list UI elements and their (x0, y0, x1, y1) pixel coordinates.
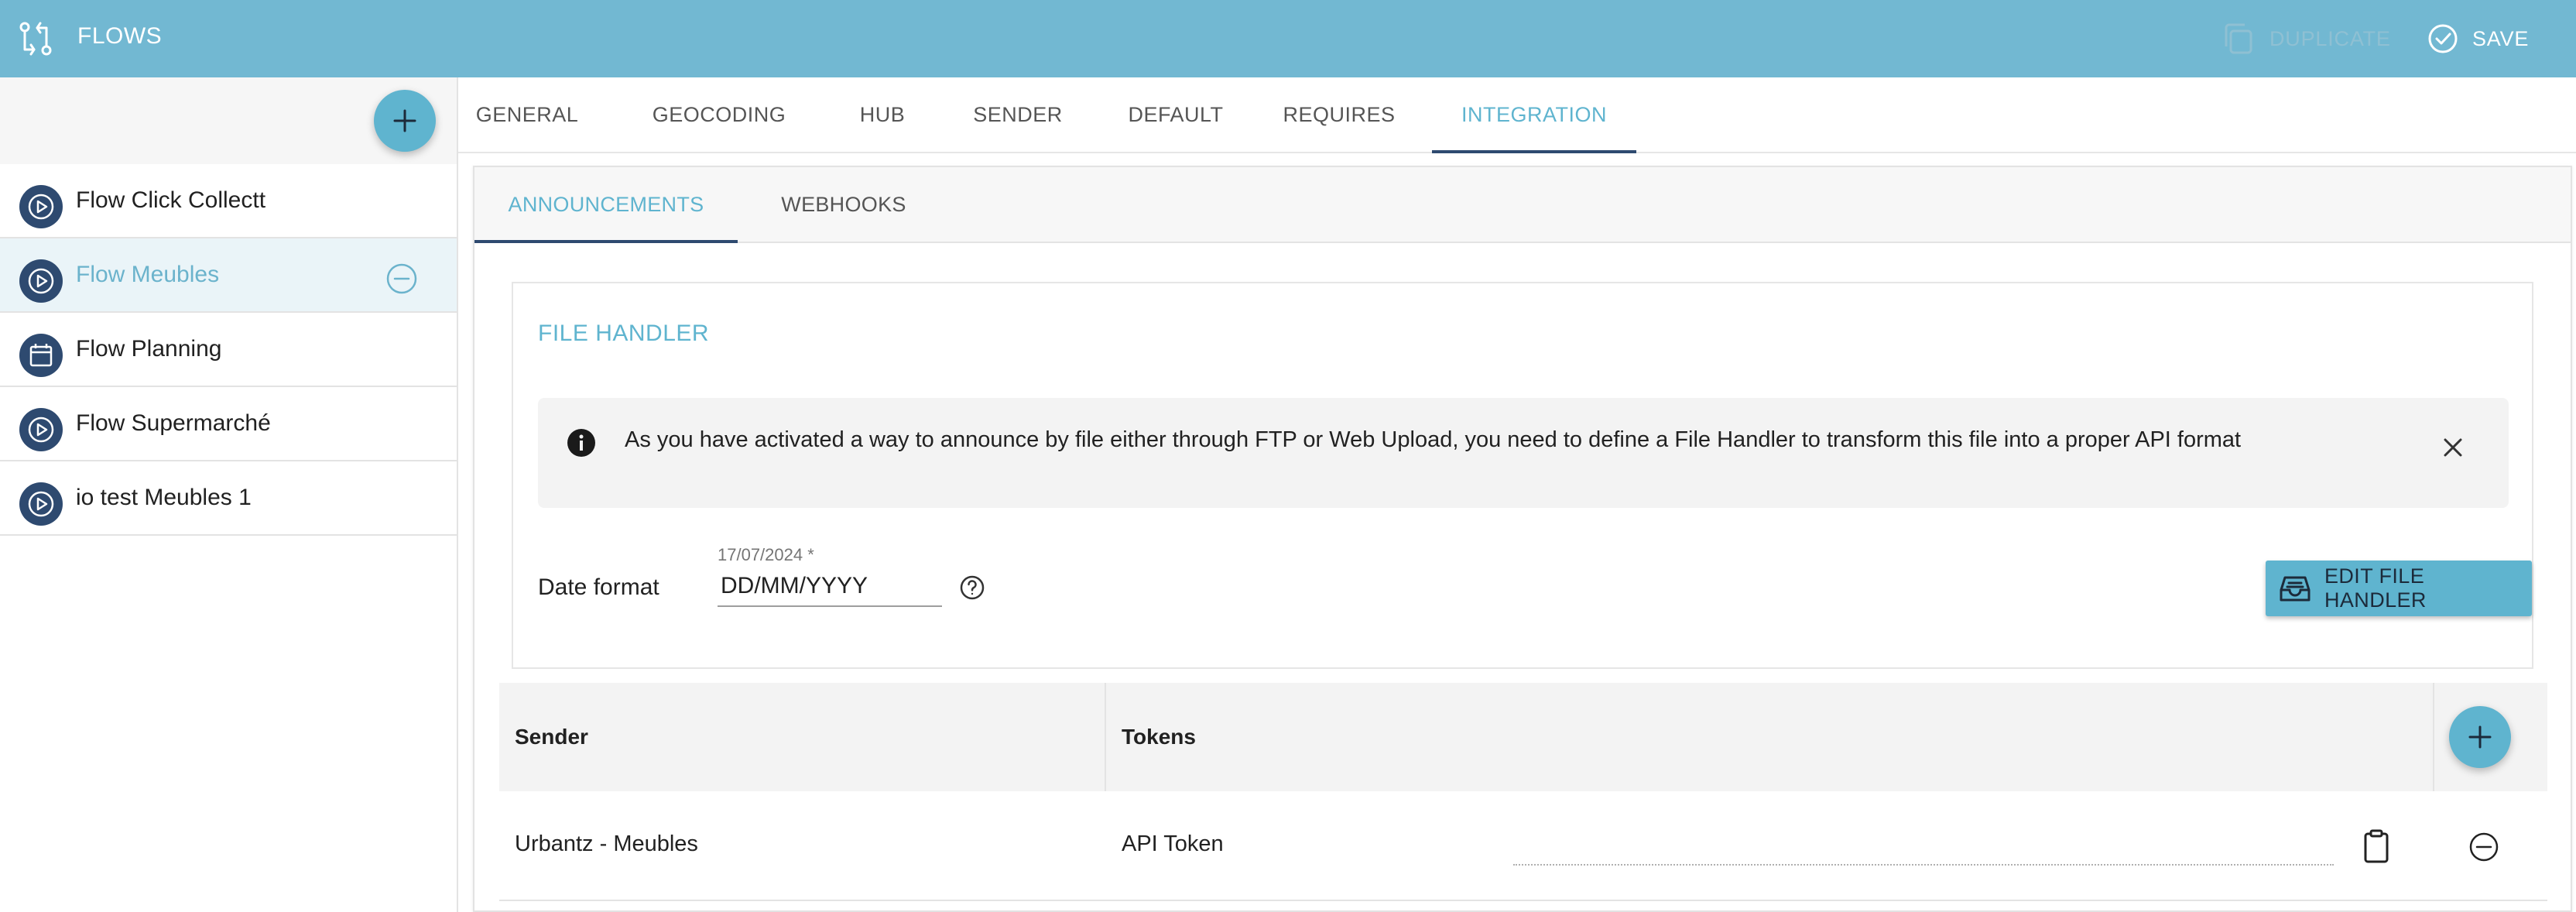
flows-logo-icon (19, 22, 52, 56)
column-divider (1105, 683, 1106, 791)
sidebar-item-flow-planning[interactable]: Flow Planning (0, 313, 457, 387)
date-format-hint: 17/07/2024 * (718, 545, 814, 564)
check-circle-icon (2428, 24, 2458, 53)
sidebar-item-label: io test Meubles 1 (76, 485, 252, 510)
table-header: Sender Tokens (499, 683, 2547, 791)
duplicate-button[interactable]: DUPLICATE (2221, 22, 2391, 56)
play-icon (19, 408, 63, 451)
integration-panel: ANNOUNCEMENTS WEBHOOKS FILE HANDLER As y… (473, 166, 2572, 912)
token-field[interactable] (1513, 864, 2334, 866)
tab-requires[interactable]: REQUIRES (1282, 77, 1396, 153)
info-icon (567, 429, 595, 457)
edit-file-handler-button[interactable]: EDIT FILE HANDLER (2266, 561, 2532, 616)
plus-icon (393, 109, 416, 132)
close-icon[interactable] (2439, 434, 2467, 461)
sidebar-item-flow-supermarche[interactable]: Flow Supermarché (0, 387, 457, 461)
info-alert: As you have activated a way to announce … (538, 398, 2509, 508)
play-icon (19, 259, 63, 303)
play-icon (19, 482, 63, 526)
tab-geocoding[interactable]: GEOCODING (636, 77, 802, 153)
file-handler-card: FILE HANDLER As you have activated a way… (512, 282, 2533, 669)
tab-webhooks[interactable]: WEBHOOKS (755, 167, 933, 243)
sidebar-item-label: Flow Click Collectt (76, 187, 266, 213)
tab-hub[interactable]: HUB (851, 77, 913, 153)
date-format-label: Date format (538, 574, 659, 600)
sidebar-item-io-test-meubles-1[interactable]: io test Meubles 1 (0, 461, 457, 536)
sub-tabs: ANNOUNCEMENTS WEBHOOKS (474, 167, 2571, 243)
token-type-cell: API Token (1122, 831, 1224, 856)
sidebar-item-label: Flow Supermarché (76, 410, 271, 436)
flow-list: Flow Click Collectt Flow Meubles Flow Pl… (0, 164, 457, 536)
add-sender-button[interactable] (2449, 706, 2511, 768)
plus-icon (2468, 725, 2492, 749)
sender-cell: Urbantz - Meubles (515, 831, 698, 856)
tab-default[interactable]: DEFAULT (1124, 77, 1228, 153)
help-icon[interactable] (959, 574, 985, 601)
remove-sender-icon[interactable] (2468, 831, 2499, 862)
column-header-tokens: Tokens (1122, 725, 1196, 749)
tab-announcements[interactable]: ANNOUNCEMENTS (474, 167, 738, 243)
tab-integration[interactable]: INTEGRATION (1432, 77, 1636, 153)
column-divider (2433, 683, 2434, 791)
clipboard-icon[interactable] (2362, 828, 2390, 864)
file-handler-title: FILE HANDLER (538, 321, 710, 346)
copy-icon (2225, 23, 2252, 54)
sidebar-item-label: Flow Planning (76, 336, 222, 362)
sidebar-item-flow-click-collectt[interactable]: Flow Click Collectt (0, 164, 457, 238)
app-bar: FLOWS DUPLICATE SAVE (0, 0, 2576, 77)
inbox-icon (2280, 576, 2311, 602)
table-row: Urbantz - Meubles API Token (499, 791, 2547, 901)
sidebar-item-flow-meubles[interactable]: Flow Meubles (0, 238, 457, 313)
save-button[interactable]: SAVE (2427, 22, 2529, 56)
column-header-sender: Sender (515, 725, 588, 749)
app-title: FLOWS (77, 23, 163, 49)
tab-general[interactable]: GENERAL (472, 77, 582, 153)
calendar-icon (19, 334, 63, 377)
tab-sender[interactable]: SENDER (968, 77, 1068, 153)
info-text: As you have activated a way to announce … (625, 427, 2242, 452)
save-label: SAVE (2472, 26, 2530, 50)
main-tabs: GENERAL GEOCODING HUB SENDER DEFAULT REQ… (458, 77, 2576, 153)
play-icon (19, 185, 63, 228)
date-format-input[interactable] (718, 567, 942, 607)
sidebar-item-label: Flow Meubles (76, 262, 220, 287)
add-flow-button[interactable] (374, 90, 436, 152)
token-table: Sender Tokens Urbantz - Meubles API Toke… (499, 683, 2547, 901)
sidebar-header (0, 77, 457, 164)
edit-file-handler-label: EDIT FILE HANDLER (2324, 564, 2427, 612)
sidebar: Flow Click Collectt Flow Meubles Flow Pl… (0, 77, 458, 912)
remove-flow-icon[interactable] (385, 262, 418, 295)
duplicate-label: DUPLICATE (2269, 26, 2391, 50)
